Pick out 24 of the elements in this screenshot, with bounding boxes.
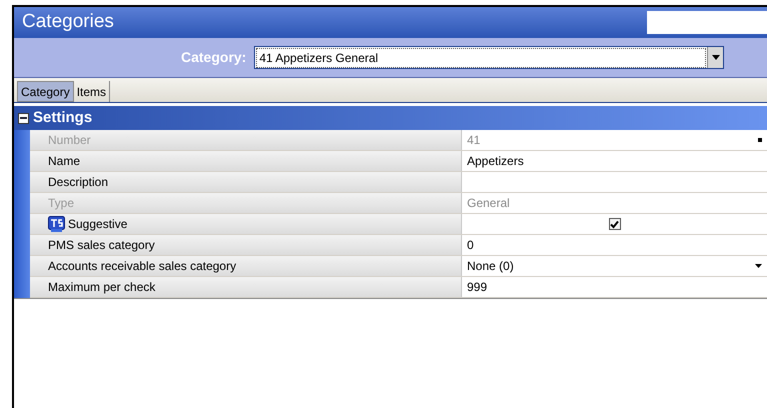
checkbox[interactable] <box>608 218 620 230</box>
label-text: Type <box>48 195 74 212</box>
label-text: Suggestive <box>68 216 128 233</box>
value-text[interactable]: Appetizers <box>467 152 524 170</box>
label-text: Number <box>48 132 91 149</box>
section-header[interactable]: Settings <box>14 106 767 130</box>
section-title: Settings <box>33 108 92 128</box>
label-text: Description <box>48 174 108 191</box>
label-text: Accounts receivable sales category <box>48 258 236 275</box>
dropdown-arrow-icon <box>755 264 762 268</box>
tab[interactable]: Category <box>17 81 74 102</box>
label-text: Name <box>48 153 80 170</box>
value-text[interactable]: 999 <box>467 278 488 296</box>
category-label: Category: <box>181 48 246 67</box>
window-title: Categories <box>22 10 114 34</box>
collapse-icon[interactable] <box>18 112 29 124</box>
label-text: Maximum per check <box>48 279 156 296</box>
dropdown-button[interactable] <box>707 47 724 68</box>
dropdown-arrow-icon <box>712 55 720 60</box>
title-search-field[interactable] <box>647 11 767 34</box>
value-text[interactable]: 0 <box>467 236 474 254</box>
category-dropdown[interactable]: 41 Appetizers General <box>254 46 724 69</box>
tab[interactable]: Items <box>74 81 110 102</box>
label-text: PMS sales category <box>48 237 155 254</box>
